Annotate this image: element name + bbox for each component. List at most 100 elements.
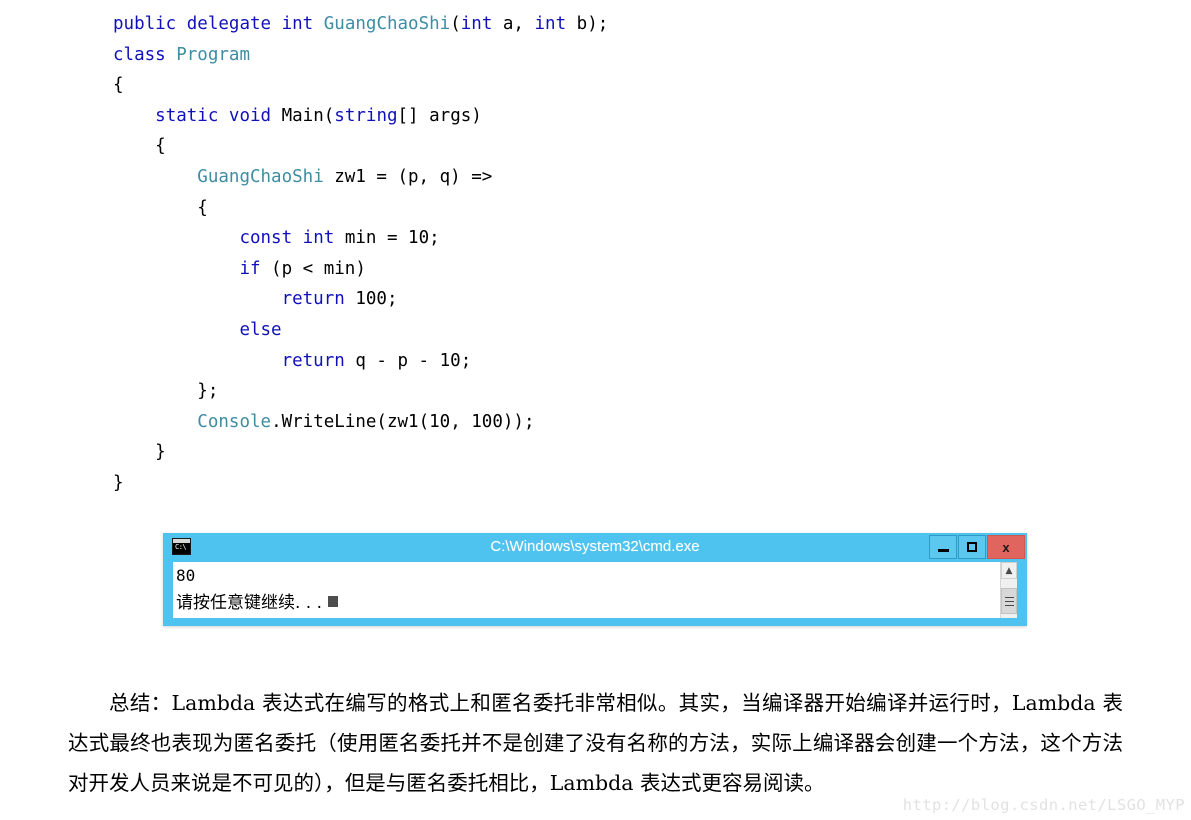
code-token: {	[113, 136, 166, 157]
code-token: 10;	[439, 350, 472, 371]
code-token: class	[113, 44, 166, 65]
console-cursor	[328, 596, 339, 607]
code-line: return q - p - 10;	[0, 346, 1191, 377]
code-line: const int min = 10;	[0, 223, 1191, 254]
code-line: {	[0, 193, 1191, 224]
console-titlebar[interactable]: C:\ C:\Windows\system32\cmd.exe x	[163, 533, 1027, 561]
code-token: (p < min)	[260, 258, 366, 279]
scroll-up-arrow-button[interactable]: ▲	[1001, 562, 1017, 579]
code-token: return	[281, 289, 345, 310]
code-token: ));	[502, 411, 535, 432]
console-output-area[interactable]: 80 请按任意键继续. . . ▲	[173, 562, 1017, 618]
code-token: 10	[429, 411, 451, 432]
grip-line	[1004, 600, 1014, 602]
code-token: 100;	[355, 289, 398, 310]
maximize-icon	[967, 542, 977, 552]
console-scrollbar[interactable]: ▲	[1000, 562, 1017, 618]
code-token: .WriteLine(zw1(	[271, 411, 430, 432]
code-token: return	[281, 350, 345, 371]
code-token: zw1 = (p, q) =>	[323, 166, 493, 187]
code-token: [] args)	[397, 105, 482, 126]
close-button[interactable]: x	[987, 535, 1025, 559]
window-controls[interactable]: x	[928, 535, 1025, 559]
code-token: public	[113, 14, 177, 34]
summary-paragraph: 总结：Lambda 表达式在编写的格式上和匿名委托非常相似。其实，当编译器开始编…	[68, 690, 1123, 795]
grip-line	[1004, 596, 1014, 598]
code-token: a,	[492, 14, 535, 34]
code-token: }	[113, 442, 166, 463]
code-line: }	[0, 437, 1191, 468]
code-token: min =	[334, 228, 409, 249]
code-token: 100	[471, 411, 503, 432]
code-line: GuangChaoShi zw1 = (p, q) =>	[0, 162, 1191, 193]
close-icon: x	[1002, 539, 1010, 555]
code-line: Console.WriteLine(zw1(10, 100));	[0, 407, 1191, 438]
code-line: public delegate int GuangChaoShi(int a, …	[0, 9, 1191, 40]
code-line: {	[0, 131, 1191, 162]
code-token: Console	[197, 411, 272, 432]
code-token: int	[534, 14, 567, 34]
console-output-line-2: 请按任意键继续. . .	[176, 593, 323, 613]
code-token: 10;	[408, 228, 440, 249]
code-line: else	[0, 315, 1191, 346]
code-token: };	[113, 381, 219, 402]
code-token: void	[228, 105, 272, 126]
code-line: if (p < min)	[0, 254, 1191, 285]
code-token: int	[460, 14, 493, 34]
code-token: b);	[566, 14, 609, 34]
code-token: GuangChaoShi	[197, 166, 324, 187]
code-token: else	[239, 319, 282, 340]
code-token: int	[302, 228, 335, 249]
code-token: delegate	[186, 14, 272, 34]
code-token: const	[239, 228, 293, 249]
minimize-button[interactable]	[929, 535, 957, 559]
code-token: string	[334, 105, 398, 126]
code-token: Program	[176, 44, 250, 65]
code-token: {	[113, 197, 208, 218]
grip-line	[1004, 604, 1014, 606]
code-line: };	[0, 376, 1191, 407]
code-line: }	[0, 468, 1191, 499]
code-token: int	[281, 14, 314, 34]
scrollbar-thumb[interactable]	[1001, 588, 1017, 614]
console-title: C:\Windows\system32\cmd.exe	[490, 538, 700, 555]
console-app-icon: C:\	[172, 538, 191, 555]
code-token: if	[239, 258, 261, 279]
code-token: static	[155, 105, 219, 126]
maximize-button[interactable]	[958, 535, 986, 559]
code-token: (	[450, 14, 461, 34]
console-output-text: 80 请按任意键继续. . .	[176, 562, 339, 617]
code-token: }	[113, 472, 124, 493]
code-line: return 100;	[0, 284, 1191, 315]
minimize-icon	[937, 548, 949, 552]
code-token: q - p -	[344, 350, 440, 371]
code-token: {	[113, 75, 124, 96]
chevron-up-icon: ▲	[1005, 565, 1013, 576]
source-watermark: http://blog.csdn.net/LSGO_MYP	[902, 796, 1185, 814]
code-token: GuangChaoShi	[323, 14, 451, 34]
console-output-line-1: 80	[176, 566, 196, 585]
console-app-icon-label: C:\	[175, 543, 187, 551]
code-block: public delegate int GuangChaoShi(int a, …	[0, 0, 1191, 499]
code-line: class Program	[0, 40, 1191, 71]
code-line: static void Main(string[] args)	[0, 101, 1191, 132]
code-token: ,	[450, 411, 472, 432]
code-line: {	[0, 70, 1191, 101]
code-token: Main(	[271, 105, 335, 126]
cmd-console-window[interactable]: C:\ C:\Windows\system32\cmd.exe x 80 请按任意…	[163, 533, 1027, 626]
